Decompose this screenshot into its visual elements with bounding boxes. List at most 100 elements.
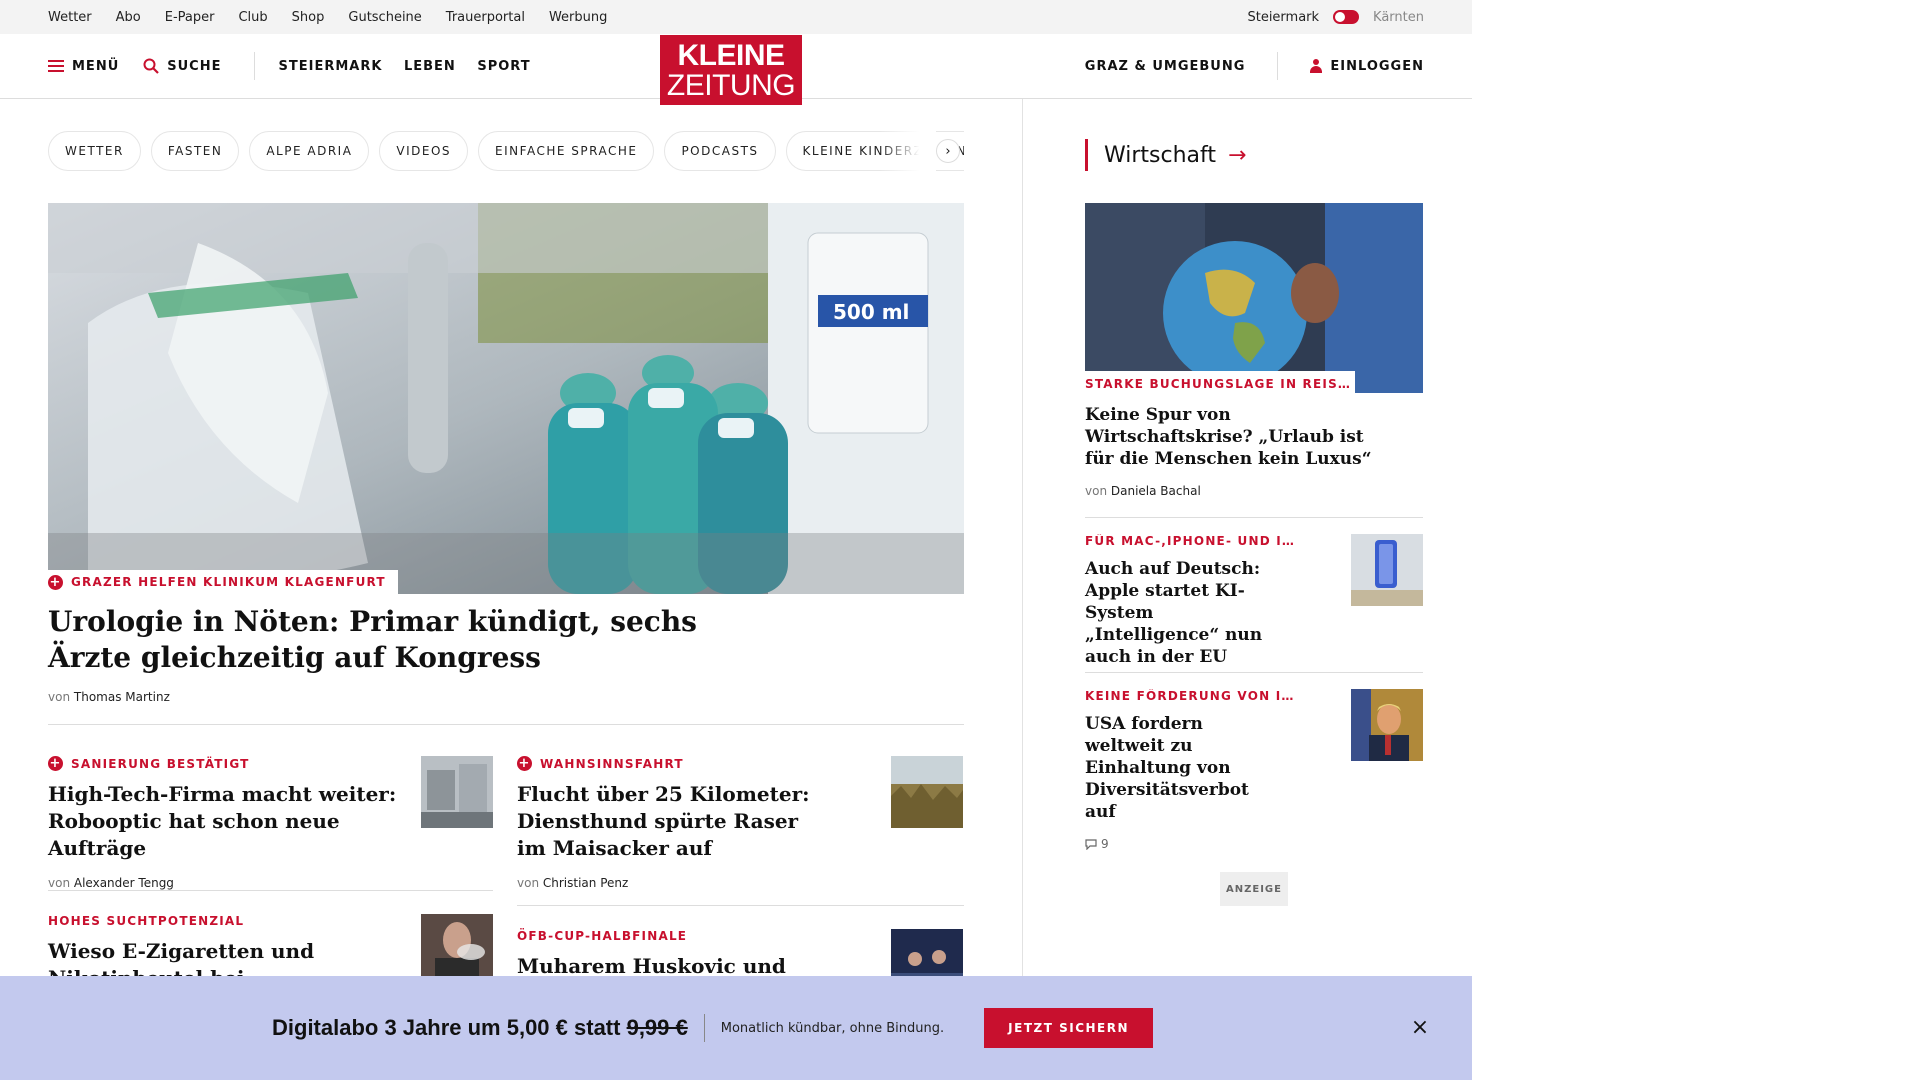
menu-label: MENÜ <box>72 58 120 74</box>
arrow-right-icon: → <box>1228 142 1247 168</box>
factory-thumbnail <box>421 756 493 828</box>
article-separator <box>48 890 493 891</box>
logo-line-2: ZEITUNG <box>666 69 796 102</box>
article-thumbnail[interactable] <box>891 756 963 828</box>
local-region-link[interactable]: GRAZ & UMGEBUNG <box>1085 59 1246 74</box>
hero-headline[interactable]: Urologie in Nöten: Primar kündigt, sechs… <box>48 604 748 676</box>
cornfield-thumbnail <box>891 756 963 828</box>
hero-kicker: + GRAZER HELFEN KLINIKUM KLAGENFURT <box>48 570 398 594</box>
article-kicker-text: ÖFB-CUP-HALBFINALE <box>517 929 688 943</box>
section-heading-wirtschaft[interactable]: Wirtschaft → <box>1085 139 1246 171</box>
sidebar-article-headline[interactable]: USA fordern weltweit zu Einhaltung von D… <box>1085 713 1285 823</box>
sidebar-article[interactable]: FÜR MAC-,IPHONE- UND IPAD... Auch auf De… <box>1085 534 1305 668</box>
hamburger-icon <box>48 60 64 72</box>
chip-einfache-sprache[interactable]: EINFACHE SPRACHE <box>478 131 655 171</box>
comment-count[interactable]: 9 <box>1085 837 1305 851</box>
login-label: EINLOGGEN <box>1330 58 1424 74</box>
sidebar-separator <box>1085 672 1423 673</box>
region-steiermark[interactable]: Steiermark <box>1247 10 1319 25</box>
sidebar-lead-kicker: STARKE BUCHUNGSLAGE IN REISEB... <box>1085 371 1355 395</box>
search-button[interactable]: SUCHE <box>143 58 221 74</box>
hero-image-label: 500 ml <box>833 300 909 324</box>
hero-image[interactable]: 500 ml <box>48 203 964 594</box>
close-icon[interactable]: × <box>1407 1015 1433 1041</box>
chips-next-button[interactable]: › <box>936 139 960 163</box>
sidebar-article[interactable]: KEINE FÖRDERUNG VON INKL... USA fordern … <box>1085 689 1305 851</box>
comment-icon <box>1085 838 1097 850</box>
chip-podcasts[interactable]: PODCASTS <box>664 131 776 171</box>
utility-link-abo[interactable]: Abo <box>116 10 141 25</box>
region-toggle[interactable] <box>1333 10 1360 24</box>
banner-offer-text: Digitalabo 3 Jahre um 5,00 € statt <box>272 1015 627 1040</box>
banner-subtext: Monatlich kündbar, ohne Bindung. <box>720 1020 945 1036</box>
blank-area <box>1472 0 1920 1080</box>
search-label: SUCHE <box>167 58 222 74</box>
menu-button[interactable]: MENÜ <box>48 59 119 74</box>
comment-count-value: 9 <box>1101 837 1109 851</box>
hero-photo: 500 ml <box>48 203 964 594</box>
section-heading-text: Wirtschaft <box>1104 142 1217 168</box>
article-byline: von Alexander Tengg <box>48 876 488 890</box>
article-author[interactable]: Alexander Tengg <box>74 876 174 890</box>
login-button[interactable]: EINLOGGEN <box>1310 59 1424 74</box>
banner-old-price: 9,99 € <box>626 1015 688 1040</box>
iphone-thumbnail <box>1351 534 1423 606</box>
nav-sport[interactable]: SPORT <box>477 59 530 74</box>
sidebar-lead-author[interactable]: Daniela Bachal <box>1111 484 1201 498</box>
topic-chips: WETTER FASTEN ALPE ADRIA VIDEOS EINFACHE… <box>48 131 964 171</box>
site-viewport: Wetter Abo E-Paper Club Shop Gutscheine … <box>0 0 1472 1080</box>
utility-link-wetter[interactable]: Wetter <box>48 10 92 25</box>
byline-prefix: von <box>517 876 540 890</box>
utility-link-werbung[interactable]: Werbung <box>549 10 607 25</box>
article-headline[interactable]: High-Tech-Firma macht weiter: Robooptic … <box>48 781 428 862</box>
article-author[interactable]: Christian Penz <box>543 876 628 890</box>
globe-photo <box>1085 203 1423 393</box>
main-nav: STEIERMARK LEBEN SPORT <box>279 59 547 74</box>
ad-label: ANZEIGE <box>1220 872 1288 906</box>
utility-link-epaper[interactable]: E-Paper <box>165 10 215 25</box>
sidebar-thumbnail[interactable] <box>1351 534 1423 606</box>
banner-offer: Digitalabo 3 Jahre um 5,00 € statt 9,99 … <box>272 1015 688 1041</box>
byline-prefix: von <box>48 876 71 890</box>
sidebar-thumbnail[interactable] <box>1351 689 1423 761</box>
sidebar-lead-headline[interactable]: Keine Spur von Wirtschaftskrise? „Urlaub… <box>1085 404 1385 470</box>
chip-alpe-adria[interactable]: ALPE ADRIA <box>249 131 370 171</box>
header-right: GRAZ & UMGEBUNG EINLOGGEN <box>1085 34 1424 98</box>
header-left: MENÜ SUCHE STEIERMARK LEBEN SPORT <box>48 34 547 98</box>
nav-leben[interactable]: LEBEN <box>404 59 456 74</box>
region-kaernten[interactable]: Kärnten <box>1373 10 1424 25</box>
utility-link-shop[interactable]: Shop <box>292 10 325 25</box>
sidebar-lead-image[interactable] <box>1085 203 1423 393</box>
column-divider <box>1022 99 1023 979</box>
article-separator <box>517 905 964 906</box>
banner-divider <box>703 1014 705 1042</box>
utility-link-gutscheine[interactable]: Gutscheine <box>348 10 421 25</box>
subscribe-button[interactable]: JETZT SICHERN <box>984 1008 1154 1048</box>
hero-kicker-text: GRAZER HELFEN KLINIKUM KLAGENFURT <box>71 575 386 589</box>
utility-links: Wetter Abo E-Paper Club Shop Gutscheine … <box>48 0 607 34</box>
subscription-banner: Digitalabo 3 Jahre um 5,00 € statt 9,99 … <box>0 976 1472 1080</box>
region-switch: Steiermark Kärnten <box>1247 0 1424 34</box>
article-kicker-text: SANIERUNG BESTÄTIGT <box>71 756 250 771</box>
logo-line-1: KLEINE <box>677 39 785 72</box>
article-thumbnail[interactable] <box>421 756 493 828</box>
article-kicker: ÖFB-CUP-HALBFINALE <box>517 929 897 943</box>
site-logo[interactable]: KLEINE ZEITUNG <box>660 35 802 105</box>
article-headline[interactable]: Flucht über 25 Kilometer: Diensthund spü… <box>517 781 817 862</box>
hero-separator <box>48 724 964 725</box>
article-kicker-text: WAHNSINNSFAHRT <box>540 756 684 771</box>
chip-wetter[interactable]: WETTER <box>48 131 141 171</box>
article-kicker: HOHES SUCHTPOTENZIAL <box>48 914 428 928</box>
chip-videos[interactable]: VIDEOS <box>379 131 469 171</box>
nav-steiermark[interactable]: STEIERMARK <box>279 59 383 74</box>
chip-fasten[interactable]: FASTEN <box>150 131 240 171</box>
main-header: MENÜ SUCHE STEIERMARK LEBEN SPORT KLEINE… <box>0 34 1472 105</box>
sidebar-separator <box>1085 517 1423 518</box>
utility-link-club[interactable]: Club <box>238 10 267 25</box>
sidebar-article-headline[interactable]: Auch auf Deutsch: Apple startet KI-Syste… <box>1085 558 1285 668</box>
premium-plus-icon: + <box>48 756 63 771</box>
hero-author[interactable]: Thomas Martinz <box>74 690 170 704</box>
utility-bar: Wetter Abo E-Paper Club Shop Gutscheine … <box>0 0 1472 34</box>
utility-link-trauerportal[interactable]: Trauerportal <box>446 10 525 25</box>
search-icon <box>143 58 160 74</box>
